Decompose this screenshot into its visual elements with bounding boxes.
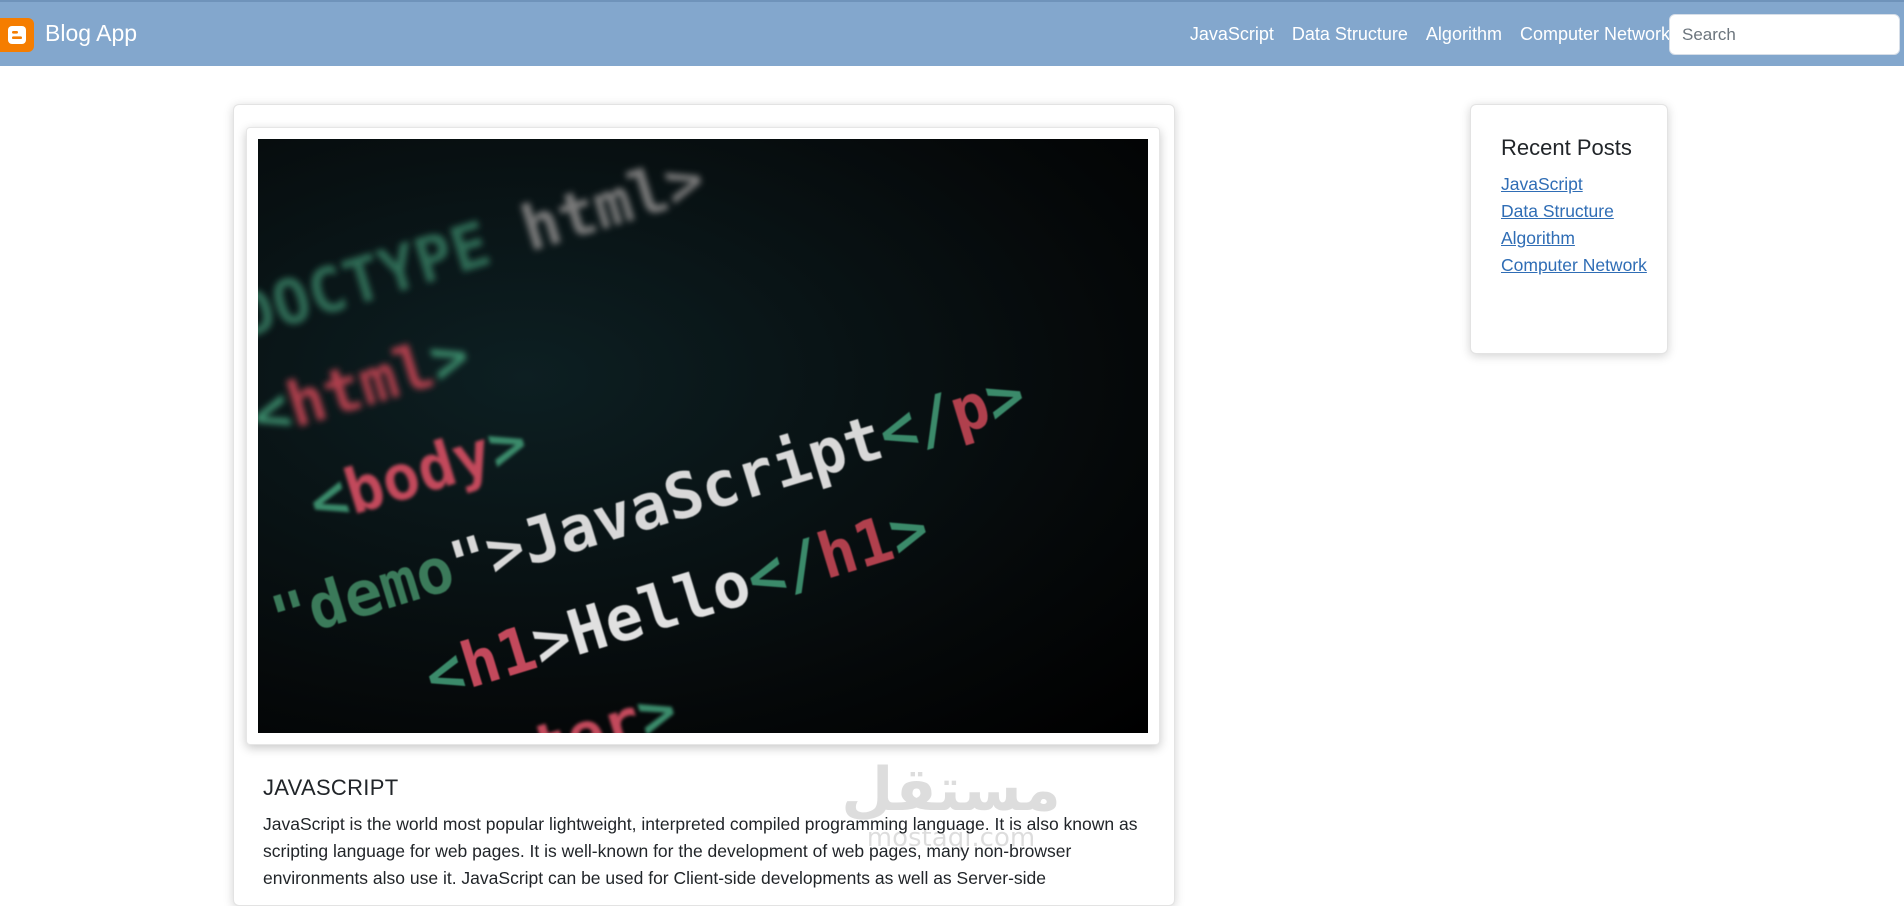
search-input[interactable] — [1669, 14, 1900, 55]
code-screen-graphic: <!DOCTYPE html> <html> <body> "demo">Jav… — [258, 142, 1034, 733]
nav-link-javascript[interactable]: JavaScript — [1190, 24, 1274, 45]
recent-post-item: Data Structure — [1501, 198, 1651, 225]
code-screen-image: <!DOCTYPE html> <html> <body> "demo">Jav… — [258, 139, 1148, 733]
watermark-logo: مستقل mostaql.com — [836, 748, 1066, 858]
recent-post-link-data-structure[interactable]: Data Structure — [1501, 201, 1614, 221]
brand-name[interactable]: Blog App — [45, 20, 137, 47]
top-navbar: Blog App JavaScript Data Structure Algor… — [0, 0, 1904, 66]
recent-post-link-algorithm[interactable]: Algorithm — [1501, 228, 1575, 248]
recent-post-item: Computer Network — [1501, 252, 1651, 279]
blogger-icon[interactable] — [0, 18, 34, 52]
post-title: JAVASCRIPT — [263, 775, 399, 800]
post-image-frame: <!DOCTYPE html> <html> <body> "demo">Jav… — [246, 127, 1160, 745]
watermark-latin: mostaql.com — [867, 823, 1035, 853]
recent-posts-title: Recent Posts — [1501, 135, 1632, 160]
watermark-graphic: مستقل mostaql.com — [841, 755, 1060, 853]
recent-posts-list: JavaScript Data Structure Algorithm Comp… — [1501, 171, 1651, 279]
recent-post-link-computer-network[interactable]: Computer Network — [1501, 255, 1647, 275]
code-line-doctype: <!DOCTYPE html> — [258, 142, 713, 376]
blogger-glyph — [8, 26, 26, 44]
nav-links: JavaScript Data Structure Algorithm Comp… — [1190, 2, 1670, 66]
nav-link-data-structure[interactable]: Data Structure — [1292, 24, 1408, 45]
recent-posts-card: Recent Posts JavaScript Data Structure A… — [1470, 104, 1668, 354]
recent-post-item: Algorithm — [1501, 225, 1651, 252]
nav-link-computer-network[interactable]: Computer Network — [1520, 24, 1670, 45]
recent-post-item: JavaScript — [1501, 171, 1651, 198]
recent-post-link-javascript[interactable]: JavaScript — [1501, 174, 1583, 194]
watermark-arabic: مستقل — [841, 755, 1060, 825]
nav-link-algorithm[interactable]: Algorithm — [1426, 24, 1502, 45]
